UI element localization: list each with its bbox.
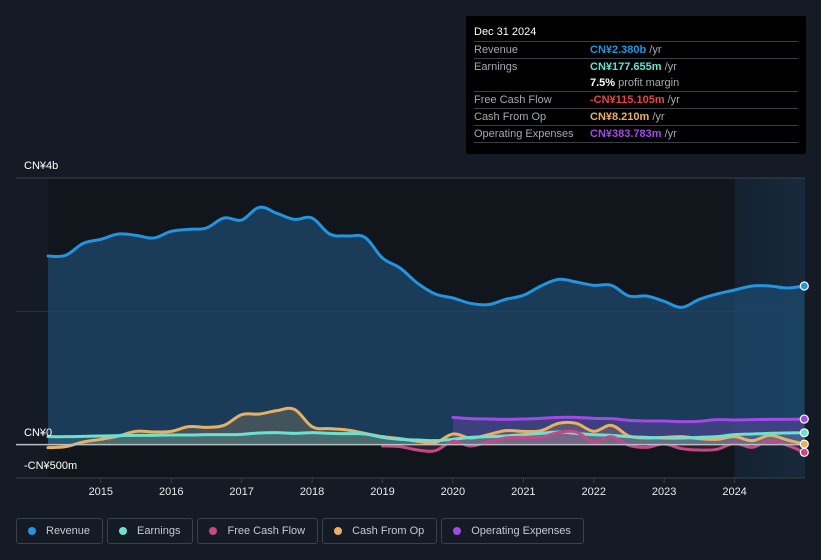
tooltip-unit: /yr [664,128,677,140]
tooltip-date: Dec 31 2024 [474,26,537,38]
tooltip-row-profit-margin: 7.5% profit margin [474,75,798,91]
tooltip-row-revenue: Revenue CN¥2.380b /yr [474,41,798,58]
tooltip-value: CN¥2.380b [590,44,647,56]
tooltip-row-free-cash-flow: Free Cash Flow -CN¥115.105m /yr [474,91,798,108]
endpoint-earnings [799,428,809,438]
tooltip-unit: /yr [649,44,662,56]
x-tick-label: 2023 [652,486,676,498]
tooltip-value: CN¥177.655m [590,61,662,73]
legend-dot-icon [209,527,218,535]
tooltip-unit: /yr [667,94,680,106]
tooltip-value: -CN¥115.105m [590,94,665,106]
legend-item-cash-from-op[interactable]: Cash From Op [322,518,438,544]
legend-item-revenue[interactable]: Revenue [16,518,104,544]
y-axis-label-top: CN¥4b [24,160,59,172]
legend-item-free-cash-flow[interactable]: Free Cash Flow [197,518,319,544]
endpoint-revenue [799,281,809,291]
legend-dot-icon [334,527,343,535]
legend-label: Earnings [137,525,181,537]
endpoint-operating-expenses [799,414,809,424]
x-tick-label: 2019 [370,486,394,498]
endpoint-cash-from-op [799,439,809,449]
x-tick-label: 2022 [582,486,606,498]
tooltip-unit: /yr [664,61,677,73]
legend-dot-icon [119,527,128,535]
tooltip-value: CN¥8.210m [590,111,650,123]
chart-legend: Revenue Earnings Free Cash Flow Cash Fro… [16,518,584,544]
legend-item-operating-expenses[interactable]: Operating Expenses [441,518,584,544]
tooltip-label [474,75,590,91]
tooltip-row-cash-from-op: Cash From Op CN¥8.210m /yr [474,108,798,125]
legend-label: Revenue [46,525,91,537]
legend-dot-icon [453,527,462,535]
legend-item-earnings[interactable]: Earnings [107,518,194,544]
tooltip-row-earnings: Earnings CN¥177.655m /yr [474,58,798,75]
tooltip-row-operating-expenses: Operating Expenses CN¥383.783m /yr [474,125,798,143]
legend-label: Operating Expenses [471,525,571,537]
x-tick-label: 2015 [89,486,113,498]
tooltip-value: CN¥383.783m [590,128,662,140]
tooltip-label: Operating Expenses [474,128,574,140]
endpoint-free-cash-flow [799,447,809,457]
tooltip-panel: Dec 31 2024 Revenue CN¥2.380b /yr Earnin… [466,16,806,154]
x-tick-label: 2016 [159,486,183,498]
x-tick-label: 2024 [722,486,746,498]
legend-label: Free Cash Flow [227,525,306,537]
tooltip-label: Revenue [474,44,519,56]
x-tick-label: 2020 [441,486,465,498]
tooltip-value: 7.5% [590,77,616,89]
x-tick-label: 2018 [300,486,324,498]
tooltip-label: Cash From Op [474,111,547,123]
x-tick-label: 2021 [511,486,535,498]
x-tick-label: 2017 [229,486,253,498]
tooltip-unit: profit margin [618,77,680,89]
legend-label: Cash From Op [352,525,425,537]
y-axis-label-bottom: -CN¥500m [24,460,78,472]
tooltip-label: Earnings [474,61,518,73]
tooltip-label: Free Cash Flow [474,94,552,106]
legend-dot-icon [28,527,36,535]
tooltip-unit: /yr [652,111,665,123]
y-axis-label-zero: CN¥0 [24,427,53,439]
